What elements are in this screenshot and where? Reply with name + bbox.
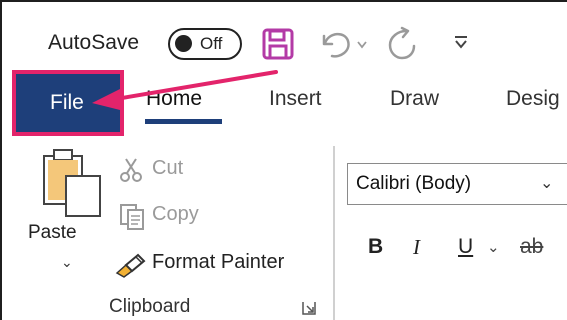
dialog-launcher-icon[interactable] — [302, 301, 316, 315]
font-name-value: Calibri (Body) — [356, 173, 472, 194]
copy-icon — [120, 204, 144, 230]
underline-button[interactable]: U — [458, 235, 473, 259]
copy-label: Copy — [152, 203, 199, 225]
paste-dropdown-icon[interactable]: ⌄ — [61, 254, 73, 271]
paste-label[interactable]: Paste — [28, 222, 77, 244]
cut-label: Cut — [152, 157, 184, 179]
strikethrough-button[interactable]: ab — [520, 235, 543, 259]
bold-button[interactable]: B — [368, 235, 383, 259]
format-painter-label: Format Painter — [152, 251, 285, 273]
chevron-down-icon: ⌄ — [540, 175, 554, 192]
paste-icon[interactable] — [40, 146, 104, 222]
group-divider — [333, 146, 335, 320]
paintbrush-icon — [115, 253, 146, 278]
scissors-icon — [120, 158, 142, 182]
font-name-dropdown[interactable]: Calibri (Body) ⌄ — [347, 163, 567, 205]
underline-dropdown-icon[interactable]: ⌄ — [487, 238, 500, 256]
clipboard-group-label: Clipboard — [109, 296, 191, 317]
italic-button[interactable]: I — [413, 235, 420, 260]
